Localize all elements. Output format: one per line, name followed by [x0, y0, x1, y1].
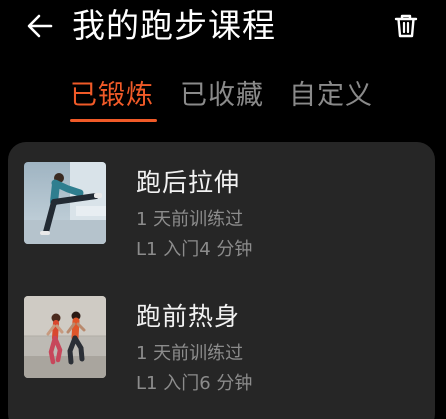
trash-icon	[394, 14, 418, 38]
course-list-card: 跑后拉伸 1 天前训练过 L1 入门4 分钟 跑前热身 1 天前训练过 L1 入…	[8, 142, 435, 419]
tab-trained[interactable]: 已锻炼	[70, 76, 154, 116]
course-title: 跑前热身	[136, 302, 241, 331]
course-last-trained: 1 天前训练过	[136, 343, 244, 364]
tab-custom[interactable]: 自定义	[289, 76, 373, 116]
stretching-image	[24, 162, 106, 244]
header: 我的跑步课程	[0, 0, 446, 56]
course-level-duration: L1 入门6 分钟	[136, 373, 253, 394]
course-level-duration: L1 入门4 分钟	[136, 239, 253, 260]
active-tab-indicator	[70, 119, 157, 122]
tab-favorites[interactable]: 已收藏	[180, 76, 264, 116]
course-item-stretch[interactable]: 跑后拉伸 1 天前训练过 L1 入门4 分钟	[8, 148, 435, 260]
page-title: 我的跑步课程	[72, 6, 276, 45]
course-thumbnail	[24, 162, 106, 244]
warmup-running-image	[24, 296, 106, 378]
arrow-left-icon	[27, 14, 53, 38]
screen: 我的跑步课程 已锻炼 已收藏 自定义 跑后拉伸 1 天前训练过 L1 入门4 分…	[0, 0, 446, 419]
back-button[interactable]	[22, 8, 58, 44]
course-thumbnail	[24, 296, 106, 378]
course-item-warmup[interactable]: 跑前热身 1 天前训练过 L1 入门6 分钟	[8, 282, 435, 394]
course-title: 跑后拉伸	[136, 168, 241, 197]
tab-bar: 已锻炼 已收藏 自定义	[0, 76, 446, 126]
course-last-trained: 1 天前训练过	[136, 209, 244, 230]
delete-button[interactable]	[388, 8, 424, 44]
